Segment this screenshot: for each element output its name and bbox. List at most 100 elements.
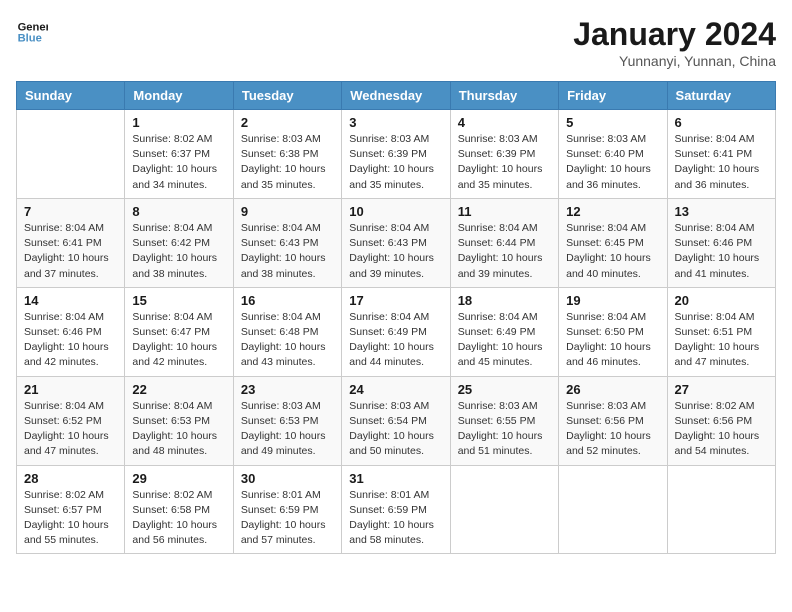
day-info: Sunrise: 8:04 AM Sunset: 6:44 PM Dayligh…: [458, 221, 551, 282]
day-info: Sunrise: 8:04 AM Sunset: 6:49 PM Dayligh…: [349, 310, 442, 371]
svg-text:Blue: Blue: [18, 33, 42, 45]
calendar-cell: 30Sunrise: 8:01 AM Sunset: 6:59 PM Dayli…: [233, 465, 341, 554]
logo-icon: General Blue: [16, 16, 48, 48]
day-info: Sunrise: 8:04 AM Sunset: 6:51 PM Dayligh…: [675, 310, 768, 371]
day-number: 25: [458, 382, 551, 397]
calendar-cell: 19 Sunrise: 8:04 AM Sunset: 6:50 PM Dayli…: [559, 287, 667, 376]
calendar-cell: 10Sunrise: 8:04 AM Sunset: 6:43 PM Dayli…: [342, 198, 450, 287]
calendar-cell: 15 Sunrise: 8:04 AM Sunset: 6:47 PM Dayli…: [125, 287, 233, 376]
calendar-cell: [559, 465, 667, 554]
calendar-title: January 2024: [573, 16, 776, 53]
calendar-cell: 16 Sunrise: 8:04 AM Sunset: 6:48 PM Dayli…: [233, 287, 341, 376]
day-number: 12: [566, 204, 659, 219]
day-number: 18: [458, 293, 551, 308]
calendar-cell: 6 Sunrise: 8:04 AM Sunset: 6:41 PM Daylig…: [667, 110, 775, 199]
day-info: Sunrise: 8:04 AM Sunset: 6:47 PM Dayligh…: [132, 310, 225, 371]
calendar-cell: 22Sunrise: 8:04 AM Sunset: 6:53 PM Dayli…: [125, 376, 233, 465]
day-info: Sunrise: 8:04 AM Sunset: 6:43 PM Dayligh…: [349, 221, 442, 282]
weekday-header-friday: Friday: [559, 82, 667, 110]
calendar-cell: 1Sunrise: 8:02 AM Sunset: 6:37 PM Daylig…: [125, 110, 233, 199]
day-number: 31: [349, 471, 442, 486]
calendar-week-row: 14 Sunrise: 8:04 AM Sunset: 6:46 PM Dayli…: [17, 287, 776, 376]
calendar-cell: 21 Sunrise: 8:04 AM Sunset: 6:52 PM Dayli…: [17, 376, 125, 465]
day-info: Sunrise: 8:04 AM Sunset: 6:52 PM Dayligh…: [24, 399, 117, 460]
page-header: General Blue General Blue January 2024 Y…: [16, 16, 776, 69]
calendar-cell: 25 Sunrise: 8:03 AM Sunset: 6:55 PM Dayli…: [450, 376, 558, 465]
day-number: 8: [132, 204, 225, 219]
day-info: Sunrise: 8:04 AM Sunset: 6:46 PM Dayligh…: [675, 221, 768, 282]
day-number: 17: [349, 293, 442, 308]
calendar-cell: [17, 110, 125, 199]
weekday-header-tuesday: Tuesday: [233, 82, 341, 110]
day-info: Sunrise: 8:01 AM Sunset: 6:59 PM Dayligh…: [349, 488, 442, 549]
day-info: Sunrise: 8:04 AM Sunset: 6:41 PM Dayligh…: [675, 132, 768, 193]
day-info: Sunrise: 8:04 AM Sunset: 6:42 PM Dayligh…: [132, 221, 225, 282]
day-info: Sunrise: 8:02 AM Sunset: 6:37 PM Dayligh…: [132, 132, 225, 193]
calendar-cell: 20 Sunrise: 8:04 AM Sunset: 6:51 PM Dayli…: [667, 287, 775, 376]
day-number: 9: [241, 204, 334, 219]
day-number: 19: [566, 293, 659, 308]
day-number: 7: [24, 204, 117, 219]
day-number: 16: [241, 293, 334, 308]
calendar-cell: 11Sunrise: 8:04 AM Sunset: 6:44 PM Dayli…: [450, 198, 558, 287]
calendar-cell: 23Sunrise: 8:03 AM Sunset: 6:53 PM Dayli…: [233, 376, 341, 465]
calendar-cell: 29 Sunrise: 8:02 AM Sunset: 6:58 PM Dayli…: [125, 465, 233, 554]
day-number: 29: [132, 471, 225, 486]
day-info: Sunrise: 8:03 AM Sunset: 6:38 PM Dayligh…: [241, 132, 334, 193]
day-info: Sunrise: 8:03 AM Sunset: 6:54 PM Dayligh…: [349, 399, 442, 460]
weekday-header-saturday: Saturday: [667, 82, 775, 110]
calendar-cell: 26Sunrise: 8:03 AM Sunset: 6:56 PM Dayli…: [559, 376, 667, 465]
day-number: 13: [675, 204, 768, 219]
day-number: 4: [458, 115, 551, 130]
day-info: Sunrise: 8:04 AM Sunset: 6:43 PM Dayligh…: [241, 221, 334, 282]
calendar-week-row: 21 Sunrise: 8:04 AM Sunset: 6:52 PM Dayli…: [17, 376, 776, 465]
title-block: January 2024 Yunnanyi, Yunnan, China: [573, 16, 776, 69]
weekday-header-row: SundayMondayTuesdayWednesdayThursdayFrid…: [17, 82, 776, 110]
day-number: 14: [24, 293, 117, 308]
day-info: Sunrise: 8:02 AM Sunset: 6:58 PM Dayligh…: [132, 488, 225, 549]
day-number: 15: [132, 293, 225, 308]
day-number: 3: [349, 115, 442, 130]
day-info: Sunrise: 8:03 AM Sunset: 6:55 PM Dayligh…: [458, 399, 551, 460]
calendar-cell: 18 Sunrise: 8:04 AM Sunset: 6:49 PM Dayli…: [450, 287, 558, 376]
day-info: Sunrise: 8:04 AM Sunset: 6:41 PM Dayligh…: [24, 221, 117, 282]
day-info: Sunrise: 8:01 AM Sunset: 6:59 PM Dayligh…: [241, 488, 334, 549]
calendar-subtitle: Yunnanyi, Yunnan, China: [573, 53, 776, 69]
calendar-cell: 9 Sunrise: 8:04 AM Sunset: 6:43 PM Daylig…: [233, 198, 341, 287]
weekday-header-wednesday: Wednesday: [342, 82, 450, 110]
day-number: 21: [24, 382, 117, 397]
calendar-cell: 31 Sunrise: 8:01 AM Sunset: 6:59 PM Dayli…: [342, 465, 450, 554]
calendar-week-row: 28Sunrise: 8:02 AM Sunset: 6:57 PM Dayli…: [17, 465, 776, 554]
day-number: 23: [241, 382, 334, 397]
day-info: Sunrise: 8:04 AM Sunset: 6:49 PM Dayligh…: [458, 310, 551, 371]
weekday-header-thursday: Thursday: [450, 82, 558, 110]
calendar-cell: 27Sunrise: 8:02 AM Sunset: 6:56 PM Dayli…: [667, 376, 775, 465]
calendar-week-row: 7 Sunrise: 8:04 AM Sunset: 6:41 PM Daylig…: [17, 198, 776, 287]
calendar-cell: 12 Sunrise: 8:04 AM Sunset: 6:45 PM Dayli…: [559, 198, 667, 287]
day-number: 24: [349, 382, 442, 397]
day-info: Sunrise: 8:03 AM Sunset: 6:40 PM Dayligh…: [566, 132, 659, 193]
svg-text:General: General: [18, 21, 48, 33]
calendar-cell: 14 Sunrise: 8:04 AM Sunset: 6:46 PM Dayli…: [17, 287, 125, 376]
calendar-cell: 17 Sunrise: 8:04 AM Sunset: 6:49 PM Dayli…: [342, 287, 450, 376]
calendar-cell: 24 Sunrise: 8:03 AM Sunset: 6:54 PM Dayli…: [342, 376, 450, 465]
calendar-cell: 3Sunrise: 8:03 AM Sunset: 6:39 PM Daylig…: [342, 110, 450, 199]
calendar-cell: 4Sunrise: 8:03 AM Sunset: 6:39 PM Daylig…: [450, 110, 558, 199]
day-number: 20: [675, 293, 768, 308]
day-info: Sunrise: 8:04 AM Sunset: 6:50 PM Dayligh…: [566, 310, 659, 371]
day-number: 6: [675, 115, 768, 130]
calendar-cell: 7 Sunrise: 8:04 AM Sunset: 6:41 PM Daylig…: [17, 198, 125, 287]
day-number: 26: [566, 382, 659, 397]
day-info: Sunrise: 8:02 AM Sunset: 6:57 PM Dayligh…: [24, 488, 117, 549]
calendar-cell: 8 Sunrise: 8:04 AM Sunset: 6:42 PM Daylig…: [125, 198, 233, 287]
day-number: 27: [675, 382, 768, 397]
weekday-header-sunday: Sunday: [17, 82, 125, 110]
calendar-cell: 28Sunrise: 8:02 AM Sunset: 6:57 PM Dayli…: [17, 465, 125, 554]
day-info: Sunrise: 8:04 AM Sunset: 6:48 PM Dayligh…: [241, 310, 334, 371]
calendar-week-row: 1Sunrise: 8:02 AM Sunset: 6:37 PM Daylig…: [17, 110, 776, 199]
day-info: Sunrise: 8:04 AM Sunset: 6:45 PM Dayligh…: [566, 221, 659, 282]
day-info: Sunrise: 8:04 AM Sunset: 6:46 PM Dayligh…: [24, 310, 117, 371]
calendar-cell: [667, 465, 775, 554]
calendar-cell: 2Sunrise: 8:03 AM Sunset: 6:38 PM Daylig…: [233, 110, 341, 199]
day-info: Sunrise: 8:04 AM Sunset: 6:53 PM Dayligh…: [132, 399, 225, 460]
